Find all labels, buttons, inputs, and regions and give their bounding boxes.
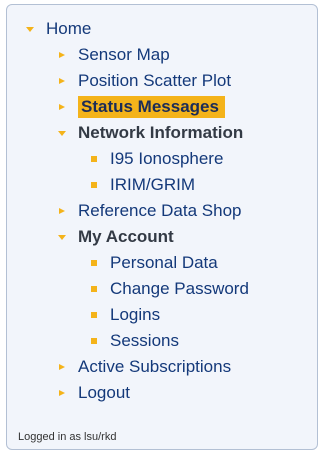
nav-item-label: Logins bbox=[110, 305, 161, 324]
nav-item-label: Change Password bbox=[110, 279, 249, 298]
nav-item-personal-data[interactable]: Personal Data bbox=[87, 252, 218, 274]
nav-item-status-messages[interactable]: Status Messages bbox=[55, 96, 225, 118]
nav-item-i95-ionosphere[interactable]: I95 Ionosphere bbox=[87, 148, 223, 170]
caret-down-icon bbox=[23, 22, 37, 36]
bullet-icon bbox=[87, 178, 101, 192]
nav-item-label: Status Messages bbox=[78, 96, 225, 118]
nav-item-sessions[interactable]: Sessions bbox=[87, 330, 179, 352]
caret-right-icon bbox=[55, 360, 69, 374]
nav-item-label: Network Information bbox=[78, 123, 244, 142]
nav-item-change-password[interactable]: Change Password bbox=[87, 278, 249, 300]
nav-item-label: Logout bbox=[78, 383, 130, 402]
caret-right-icon bbox=[55, 204, 69, 218]
nav-item-logins[interactable]: Logins bbox=[87, 304, 160, 326]
nav-item-label: Active Subscriptions bbox=[78, 357, 232, 376]
nav-item-label: Sessions bbox=[110, 331, 179, 350]
nav-item-label: Reference Data Shop bbox=[78, 201, 242, 220]
caret-right-icon bbox=[55, 386, 69, 400]
caret-down-icon bbox=[55, 230, 69, 244]
nav-item-network-information[interactable]: Network Information bbox=[55, 122, 243, 144]
nav-item-my-account[interactable]: My Account bbox=[55, 226, 174, 248]
caret-right-icon bbox=[55, 48, 69, 62]
bullet-icon bbox=[87, 152, 101, 166]
bullet-icon bbox=[87, 334, 101, 348]
nav-item-home[interactable]: Home bbox=[23, 18, 91, 40]
nav-item-label: Personal Data bbox=[110, 253, 218, 272]
bullet-icon bbox=[87, 282, 101, 296]
nav-item-label: Sensor Map bbox=[78, 45, 170, 64]
nav-item-active-subscriptions[interactable]: Active Subscriptions bbox=[55, 356, 231, 378]
nav-item-label: Position Scatter Plot bbox=[78, 71, 232, 90]
nav-item-logout[interactable]: Logout bbox=[55, 382, 130, 404]
nav-item-reference-data-shop[interactable]: Reference Data Shop bbox=[55, 200, 242, 222]
bullet-icon bbox=[87, 256, 101, 270]
nav-item-label: I95 Ionosphere bbox=[110, 149, 224, 168]
caret-right-icon bbox=[55, 100, 69, 114]
nav-item-sensor-map[interactable]: Sensor Map bbox=[55, 44, 170, 66]
nav-item-label: Home bbox=[46, 19, 92, 38]
logged-in-status: Logged in as lsu/rkd bbox=[18, 431, 117, 443]
caret-down-icon bbox=[55, 126, 69, 140]
nav-item-label: My Account bbox=[78, 227, 174, 246]
nav-item-irim-grim[interactable]: IRIM/GRIM bbox=[87, 174, 195, 196]
navigation-panel: Home Sensor Map Position Scatter Plot St… bbox=[6, 4, 318, 450]
bullet-icon bbox=[87, 308, 101, 322]
caret-right-icon bbox=[55, 74, 69, 88]
nav-item-position-scatter-plot[interactable]: Position Scatter Plot bbox=[55, 70, 231, 92]
nav-item-label: IRIM/GRIM bbox=[110, 175, 195, 194]
